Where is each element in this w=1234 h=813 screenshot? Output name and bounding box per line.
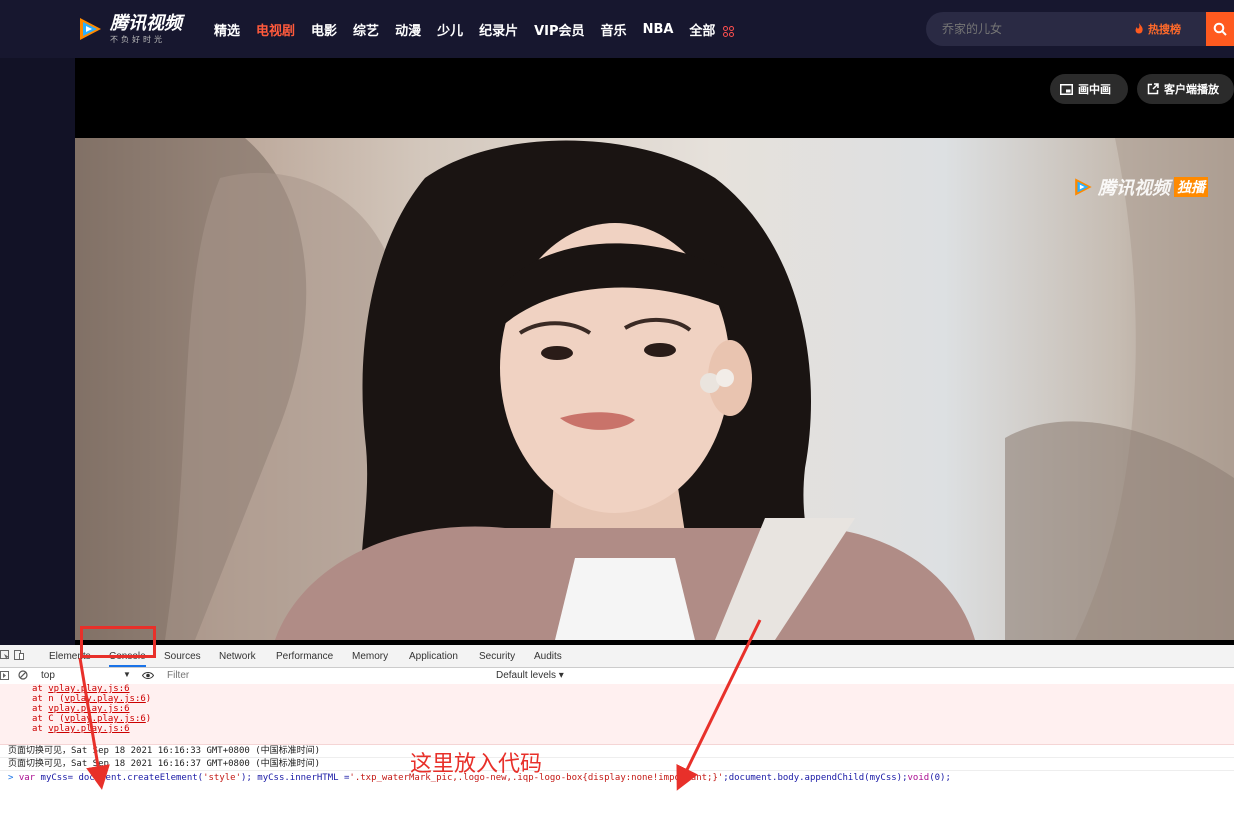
tab-memory[interactable]: Memory — [352, 651, 388, 662]
console-toolbar: top ▼ Default levels ▾ — [0, 668, 1234, 685]
prompt-chevron-icon: > — [8, 773, 19, 783]
nav-item-kids[interactable]: 少儿 — [437, 20, 463, 39]
logo-name: 腾讯视频 — [110, 12, 182, 34]
eye-icon[interactable] — [142, 671, 154, 680]
flame-icon — [1135, 23, 1143, 34]
stack-line: at vplay.play.js:6 — [32, 704, 130, 714]
console-output: at vplay.play.js:6 at n (vplay.play.js:6… — [0, 684, 1234, 785]
nav-item-anime[interactable]: 动漫 — [395, 20, 421, 39]
error-stack-trace: at vplay.play.js:6 at n (vplay.play.js:6… — [0, 684, 1234, 745]
nav-item-vip[interactable]: VIP会员 — [534, 20, 584, 39]
client-play-button[interactable]: 客户端播放 — [1137, 74, 1234, 104]
stack-link[interactable]: vplay.play.js:6 — [48, 724, 129, 734]
stack-line: at vplay.play.js:6 — [32, 684, 130, 694]
tab-network[interactable]: Network — [219, 651, 256, 662]
nav-item-documentary[interactable]: 纪录片 — [479, 20, 518, 39]
video-still-image — [75, 138, 1234, 640]
nav-item-all[interactable]: 全部 — [689, 20, 734, 39]
clear-console-icon[interactable] — [18, 670, 28, 680]
tab-application[interactable]: Application — [409, 651, 458, 662]
watermark-text: 腾讯视频 — [1098, 178, 1170, 199]
tab-security[interactable]: Security — [479, 651, 515, 662]
watermark-play-icon — [1075, 178, 1092, 196]
stack-link[interactable]: vplay.play.js:6 — [48, 684, 129, 694]
logo-tagline: 不负好时光 — [110, 34, 165, 44]
stack-link[interactable]: vplay.play.js:6 — [48, 704, 129, 714]
top-navigation-bar: 腾讯视频 不负好时光 精选 电视剧 电影 综艺 动漫 少儿 纪录片 VIP会员 … — [0, 0, 1234, 58]
tab-sources[interactable]: Sources — [164, 651, 201, 662]
client-play-label: 客户端播放 — [1164, 83, 1219, 96]
tab-audits[interactable]: Audits — [534, 651, 562, 662]
play-logo-icon — [80, 18, 101, 40]
console-tab-highlight — [80, 626, 156, 658]
devtools-tab-bar: Elements Console Sources Network Perform… — [0, 645, 1234, 668]
devtools-panel: Elements Console Sources Network Perform… — [0, 645, 1234, 813]
external-open-icon — [1147, 83, 1159, 95]
nav-item-movies[interactable]: 电影 — [311, 20, 337, 39]
hot-search-link[interactable]: 热搜榜 — [1148, 21, 1181, 37]
console-message: 页面切换可见，Sat Sep 18 2021 16:16:33 GMT+0800… — [0, 745, 1234, 758]
grid-menu-icon — [722, 25, 734, 37]
context-dropdown-icon[interactable]: ▼ — [123, 670, 131, 679]
search-input[interactable] — [926, 21, 1134, 37]
log-levels-dropdown[interactable]: Default levels ▾ — [496, 670, 564, 681]
search-box: 热搜榜 — [926, 12, 1206, 46]
tencent-watermark: 腾讯视频 独播 — [1072, 174, 1208, 200]
nav-item-tv-series[interactable]: 电视剧 — [256, 20, 295, 39]
nav-item-featured[interactable]: 精选 — [214, 20, 240, 39]
console-message: 页面切换可见，Sat Sep 18 2021 16:16:37 GMT+0800… — [0, 758, 1234, 771]
site-logo[interactable]: 腾讯视频 不负好时光 — [76, 12, 196, 46]
nav-item-nba[interactable]: NBA — [643, 22, 674, 37]
tab-performance[interactable]: Performance — [276, 651, 333, 662]
stack-line: at vplay.play.js:6 — [32, 724, 130, 734]
pip-label: 画中画 — [1078, 83, 1111, 96]
channel-nav: 精选 电视剧 电影 综艺 动漫 少儿 纪录片 VIP会员 音乐 NBA 全部 — [214, 0, 734, 58]
nav-item-all-label: 全部 — [689, 23, 716, 39]
search-button[interactable] — [1206, 12, 1234, 46]
video-frame[interactable] — [75, 138, 1234, 640]
exclusive-badge: 独播 — [1174, 177, 1208, 197]
nav-item-music[interactable]: 音乐 — [601, 20, 627, 39]
picture-in-picture-button[interactable]: 画中画 — [1050, 74, 1128, 104]
tencent-video-page: 腾讯视频 不负好时光 精选 电视剧 电影 综艺 动漫 少儿 纪录片 VIP会员 … — [0, 0, 1234, 645]
console-filter-input[interactable] — [163, 669, 491, 681]
stack-link[interactable]: vplay.play.js:6 — [65, 714, 146, 724]
stack-line: at C (vplay.play.js:6) — [32, 714, 152, 724]
sidebar-toggle-icon[interactable] — [0, 671, 9, 680]
device-toggle-icon[interactable] — [14, 650, 24, 660]
stack-line: at n (vplay.play.js:6) — [32, 694, 152, 704]
nav-item-variety[interactable]: 综艺 — [353, 20, 379, 39]
stack-link[interactable]: vplay.play.js:6 — [65, 694, 146, 704]
context-selector[interactable]: top — [41, 670, 55, 681]
left-rail — [0, 0, 75, 645]
inspect-element-icon[interactable] — [0, 650, 10, 660]
picture-in-picture-icon — [1060, 83, 1073, 95]
annotation-text: 这里放入代码 — [410, 752, 543, 777]
search-icon — [1213, 22, 1227, 36]
console-command-input[interactable]: > var myCss= document.createElement('sty… — [0, 771, 1234, 785]
